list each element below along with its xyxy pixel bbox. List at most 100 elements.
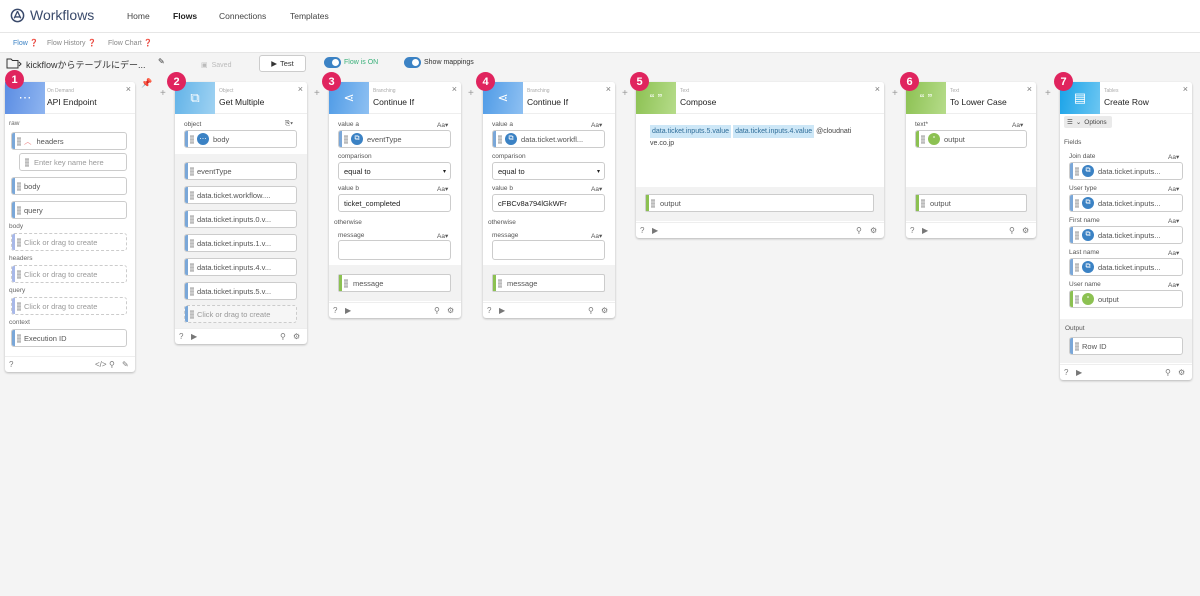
nav-home[interactable]: Home [127, 11, 150, 21]
text-type-icon[interactable]: Aa▾ [1168, 217, 1179, 225]
nav-flows[interactable]: Flows [173, 11, 197, 21]
last-name-field[interactable]: ⧉ data.ticket.inputs... [1069, 258, 1183, 276]
step-continue-if[interactable]: ⋖ Branching Continue If × value a Aa▾ ⧉ e… [329, 82, 461, 318]
nav-connections[interactable]: Connections [219, 11, 266, 21]
value-a-field[interactable]: ⧉ eventType [338, 130, 451, 148]
show-mappings-toggle[interactable] [404, 57, 421, 68]
search-icon[interactable]: ⚲ [588, 306, 594, 315]
add-step-icon[interactable]: + [314, 88, 320, 99]
text-type-icon[interactable]: Aa▾ [1012, 121, 1023, 129]
execution-id-field[interactable]: Execution ID [11, 329, 127, 347]
text-type-icon[interactable]: Aa▾ [591, 185, 602, 193]
help-icon[interactable]: ? [1064, 368, 1068, 377]
mapped-value-tag[interactable]: data.ticket.inputs.5.value [650, 125, 732, 138]
run-icon[interactable]: ▶ [191, 332, 197, 341]
add-step-icon[interactable]: + [468, 88, 474, 99]
comparison-select[interactable]: equal to ▾ [338, 162, 451, 180]
settings-icon[interactable]: ⚙ [1022, 226, 1029, 235]
search-icon[interactable]: ⚲ [1009, 226, 1015, 235]
close-icon[interactable]: × [452, 84, 457, 94]
message-output-field[interactable]: message [338, 274, 451, 292]
text-type-icon[interactable]: Aa▾ [437, 185, 448, 193]
run-icon[interactable]: ▶ [1076, 368, 1082, 377]
code-icon[interactable]: </> [95, 360, 107, 369]
pin-icon[interactable]: 📌 [141, 78, 152, 89]
app-logo[interactable]: Workflows [10, 7, 94, 23]
close-icon[interactable]: × [606, 84, 611, 94]
edit-name-icon[interactable]: ✎ [158, 57, 165, 66]
query-create-field[interactable]: Click or drag to create [11, 297, 127, 315]
add-step-icon[interactable]: + [1045, 88, 1051, 99]
headers-create-field[interactable]: Click or drag to create [11, 265, 127, 283]
text-type-icon[interactable]: Aa▾ [1168, 185, 1179, 193]
nav-templates[interactable]: Templates [290, 11, 329, 21]
text-type-icon[interactable]: Aa▾ [1168, 153, 1179, 161]
compose-text-editor[interactable]: data.ticket.inputs.5.value data.ticket.in… [650, 125, 872, 149]
search-icon[interactable]: ⚲ [109, 360, 115, 369]
step-api-endpoint[interactable]: ⋯ On Demand API Endpoint × raw ︿ headers … [5, 82, 135, 372]
run-icon[interactable]: ▶ [499, 306, 505, 315]
search-icon[interactable]: ⚲ [434, 306, 440, 315]
close-icon[interactable]: × [875, 84, 880, 94]
settings-icon[interactable]: ⚙ [293, 332, 300, 341]
text-type-icon[interactable]: Aa▾ [591, 232, 602, 240]
edit-icon[interactable]: ✎ [122, 360, 129, 369]
body-field[interactable]: body [11, 177, 127, 195]
value-a-field[interactable]: ⧉ data.ticket.workfl... [492, 130, 605, 148]
text-type-icon[interactable]: Aa▾ [1168, 249, 1179, 257]
help-icon[interactable]: ? [333, 306, 337, 315]
add-step-icon[interactable]: + [160, 88, 166, 99]
search-icon[interactable]: ⚲ [856, 226, 862, 235]
help-icon[interactable]: ? [179, 332, 183, 341]
join-date-field[interactable]: ⧉ data.ticket.inputs... [1069, 162, 1183, 180]
text-type-icon[interactable]: Aa▾ [437, 232, 448, 240]
help-icon[interactable]: ? [9, 360, 13, 369]
help-icon[interactable]: ? [910, 226, 914, 235]
help-icon[interactable]: ? [487, 306, 491, 315]
step-compose[interactable]: “ ” Text Compose × data.ticket.inputs.5.… [636, 82, 884, 238]
run-icon[interactable]: ▶ [345, 306, 351, 315]
text-field[interactable]: “output [915, 130, 1027, 148]
user-type-field[interactable]: ⧉ data.ticket.inputs... [1069, 194, 1183, 212]
value-b-input[interactable]: ticket_completed [338, 194, 451, 212]
add-step-icon[interactable]: + [892, 88, 898, 99]
body-create-field[interactable]: Click or drag to create [11, 233, 127, 251]
first-name-field[interactable]: ⧉ data.ticket.inputs... [1069, 226, 1183, 244]
subnav-flow-chart[interactable]: Flow Chart ❓ [108, 39, 153, 47]
headers-field[interactable]: ︿ headers [11, 132, 127, 150]
key-name-input[interactable]: Enter key name here [19, 153, 127, 171]
output-field[interactable]: data.ticket.inputs.5.v... [184, 282, 297, 300]
query-field[interactable]: query [11, 201, 127, 219]
close-icon[interactable]: × [298, 84, 303, 94]
create-output-field[interactable]: Click or drag to create [184, 305, 297, 323]
add-step-icon[interactable]: + [622, 88, 628, 99]
run-icon[interactable]: ▶ [652, 226, 658, 235]
message-input[interactable] [338, 240, 451, 260]
test-button[interactable]: ▶ Test [259, 55, 306, 72]
text-type-icon[interactable]: Aa▾ [591, 121, 602, 129]
message-output-field[interactable]: message [492, 274, 605, 292]
folder-icon[interactable] [6, 58, 22, 69]
settings-icon[interactable]: ⚙ [1178, 368, 1185, 377]
output-field[interactable]: eventType [184, 162, 297, 180]
close-icon[interactable]: × [1027, 84, 1032, 94]
mapped-value-tag[interactable]: data.ticket.inputs.4.value [733, 125, 815, 138]
close-icon[interactable]: × [1183, 84, 1188, 94]
output-field[interactable]: output [915, 194, 1027, 212]
search-icon[interactable]: ⚲ [1165, 368, 1171, 377]
flow-on-toggle[interactable] [324, 57, 341, 68]
settings-icon[interactable]: ⚙ [601, 306, 608, 315]
output-field[interactable]: data.ticket.inputs.4.v... [184, 258, 297, 276]
run-icon[interactable]: ▶ [922, 226, 928, 235]
message-input[interactable] [492, 240, 605, 260]
step-get-multiple[interactable]: ⧉ Object Get Multiple × object ⎘▾ ⋯ body … [175, 82, 307, 344]
text-type-icon[interactable]: Aa▾ [1168, 281, 1179, 289]
user-name-field[interactable]: “output [1069, 290, 1183, 308]
step-to-lower-case[interactable]: “ ” Text To Lower Case × text* Aa▾ “outp… [906, 82, 1036, 238]
output-field[interactable]: data.ticket.workflow.... [184, 186, 297, 204]
settings-icon[interactable]: ⚙ [447, 306, 454, 315]
subnav-flow-history[interactable]: Flow History ❓ [47, 39, 96, 47]
output-field[interactable]: data.ticket.inputs.0.v... [184, 210, 297, 228]
close-icon[interactable]: × [126, 84, 131, 94]
flow-name[interactable]: kickflowからテーブルにデー... [26, 58, 145, 71]
